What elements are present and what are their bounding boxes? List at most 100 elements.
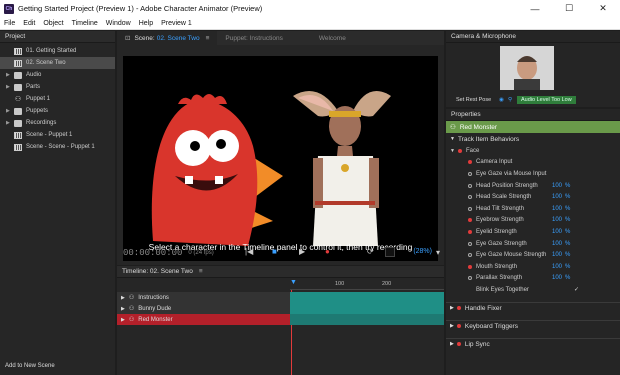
menu-preview[interactable]: Preview 1 [157,20,196,27]
menu-help[interactable]: Help [135,20,157,27]
chevron-right-icon[interactable]: ▶ [6,84,11,90]
checkbox-checked-icon[interactable]: ✓ [574,286,579,293]
record-dot-icon[interactable] [456,324,461,329]
record-dot-icon[interactable] [468,229,472,234]
tab-puppet[interactable]: Puppet: Instructions [217,31,290,45]
project-item[interactable]: ▶ Recordings [0,117,115,129]
face-behavior[interactable]: ▼ Face [446,145,620,157]
parameter-value[interactable]: 100 [552,264,562,270]
parameter-value[interactable]: 100 [552,194,562,200]
parameter-value[interactable]: 100 [552,229,562,235]
section-label: Handle Fixer [464,304,502,312]
project-item[interactable]: ▶ Parts [0,81,115,93]
menu-timeline[interactable]: Timeline [68,20,102,27]
timecode[interactable]: 00:00:00:00 [123,248,182,258]
parameter-value[interactable]: 100 [552,252,562,258]
parameter-value[interactable]: 100 [552,241,562,247]
project-item[interactable]: Scene - Puppet 1 [0,129,115,141]
record-dot-icon[interactable] [457,148,462,153]
unarmed-dot-icon[interactable] [468,183,472,188]
stop-button[interactable]: ■ [272,247,277,256]
play-button[interactable]: ▶ [299,247,305,256]
unarmed-dot-icon[interactable] [468,206,472,211]
timeline-track[interactable]: ▶ ⚇ Instructions [117,292,444,303]
unarmed-dot-icon[interactable] [468,276,472,281]
selected-item-name: Red Monster [459,123,498,131]
maximize-button[interactable]: ☐ [552,0,586,17]
project-item[interactable]: ▶ Audio [0,69,115,81]
scene-stage[interactable]: Select a character in the Timeline panel… [123,56,438,261]
record-dot-icon[interactable] [468,264,472,269]
chevron-right-icon[interactable]: ▶ [6,108,11,114]
unarmed-dot-icon[interactable] [468,241,472,246]
menu-edit[interactable]: Edit [19,20,39,27]
loop-button[interactable]: ⟳ [367,247,374,256]
folder-icon [14,71,22,79]
record-button[interactable]: ● [325,247,330,256]
project-item[interactable]: Scene - Scene - Puppet 1 [0,141,115,153]
set-rest-pose-button[interactable]: Set Rest Pose [456,97,491,103]
blink-eyes-together-row: Blink Eyes Together ✓ [446,284,620,296]
project-item[interactable]: ⚇ Puppet 1 [0,93,115,105]
track-bar[interactable] [290,314,444,325]
tab-menu-icon[interactable]: ≡ [206,35,210,42]
unarmed-dot-icon[interactable] [468,195,472,200]
color-swatch[interactable] [385,247,395,257]
record-dot-icon[interactable] [468,160,472,165]
tab-scene[interactable]: ⊡ Scene: 02. Scene Two ≡ [117,31,218,45]
menu-file[interactable]: File [0,20,19,27]
track-bar[interactable] [290,292,444,303]
folder-icon [14,107,22,115]
project-item[interactable]: 02. Scene Two [0,57,115,69]
section-handle-fixer[interactable]: ▶ Handle Fixer [446,301,620,314]
timeline-track[interactable]: ▶ ⚇ Bunny Dude [117,303,444,314]
section-lip-sync[interactable]: ▶ Lip Sync [446,337,620,350]
close-button[interactable]: ✕ [586,0,620,17]
track-header[interactable]: ▶ ⚇ Red Monster [117,314,290,325]
project-item[interactable]: 01. Getting Started [0,45,115,57]
project-item-label: 01. Getting Started [26,48,77,54]
go-to-start-button[interactable]: |◀ [245,247,253,256]
record-dot-icon[interactable] [456,306,461,311]
menu-window[interactable]: Window [102,20,135,27]
timeline-track[interactable]: ▶ ⚇ Red Monster [117,314,444,325]
add-to-new-scene-button[interactable]: Add to New Scene [5,363,55,369]
unarmed-dot-icon[interactable] [468,253,472,258]
unarmed-dot-icon[interactable] [468,171,472,176]
chevron-right-icon[interactable]: ▶ [121,317,125,323]
track-bar[interactable] [290,303,444,314]
timeline-ruler[interactable]: ▼ 100 200 [290,279,444,290]
chevron-right-icon[interactable]: ▶ [121,306,125,312]
chevron-right-icon[interactable]: ▶ [6,72,11,78]
chevron-down-icon[interactable]: ▾ [436,248,440,257]
parameter-value[interactable]: 100 [552,183,562,189]
project-item-label: Puppet 1 [26,96,51,102]
project-item[interactable]: ▶ Puppets [0,105,115,117]
track-header[interactable]: ▶ ⚇ Bunny Dude [117,303,290,314]
chevron-right-icon[interactable]: ▶ [6,120,11,126]
puppet-icon: ⚇ [128,306,135,312]
parameter-value[interactable]: 100 [552,217,562,223]
parameter-value[interactable]: 100 [552,275,562,281]
minimize-button[interactable]: — [518,0,552,17]
track-item-behaviors-section[interactable]: ▼ Track Item Behaviors [446,133,620,145]
bunny-dude-character [293,91,391,246]
record-dot-icon[interactable] [468,218,472,223]
ruler-label: 200 [382,281,392,287]
timeline-menu-icon[interactable]: ≡ [199,268,203,275]
chevron-right-icon[interactable]: ▶ [121,295,125,301]
camera-toggle-icon[interactable]: ◉ [499,97,504,103]
scene-panel: ⊡ Scene: 02. Scene Two ≡ Puppet: Instruc… [117,31,444,265]
record-dot-icon[interactable] [456,342,461,347]
scene-icon [14,59,22,67]
playhead-marker[interactable]: ▼ [290,279,297,286]
zoom-level[interactable]: (28%) [413,248,432,255]
track-header[interactable]: ▶ ⚇ Instructions [117,292,290,303]
microphone-icon[interactable]: ⚲ [508,97,512,103]
tab-welcome[interactable]: Welcome [311,31,354,45]
project-item-label: Scene - Puppet 1 [26,132,73,138]
parameter-unit: % [565,275,571,282]
menu-object[interactable]: Object [39,20,67,27]
parameter-value[interactable]: 100 [552,206,562,212]
section-keyboard-triggers[interactable]: ▶ Keyboard Triggers [446,319,620,332]
